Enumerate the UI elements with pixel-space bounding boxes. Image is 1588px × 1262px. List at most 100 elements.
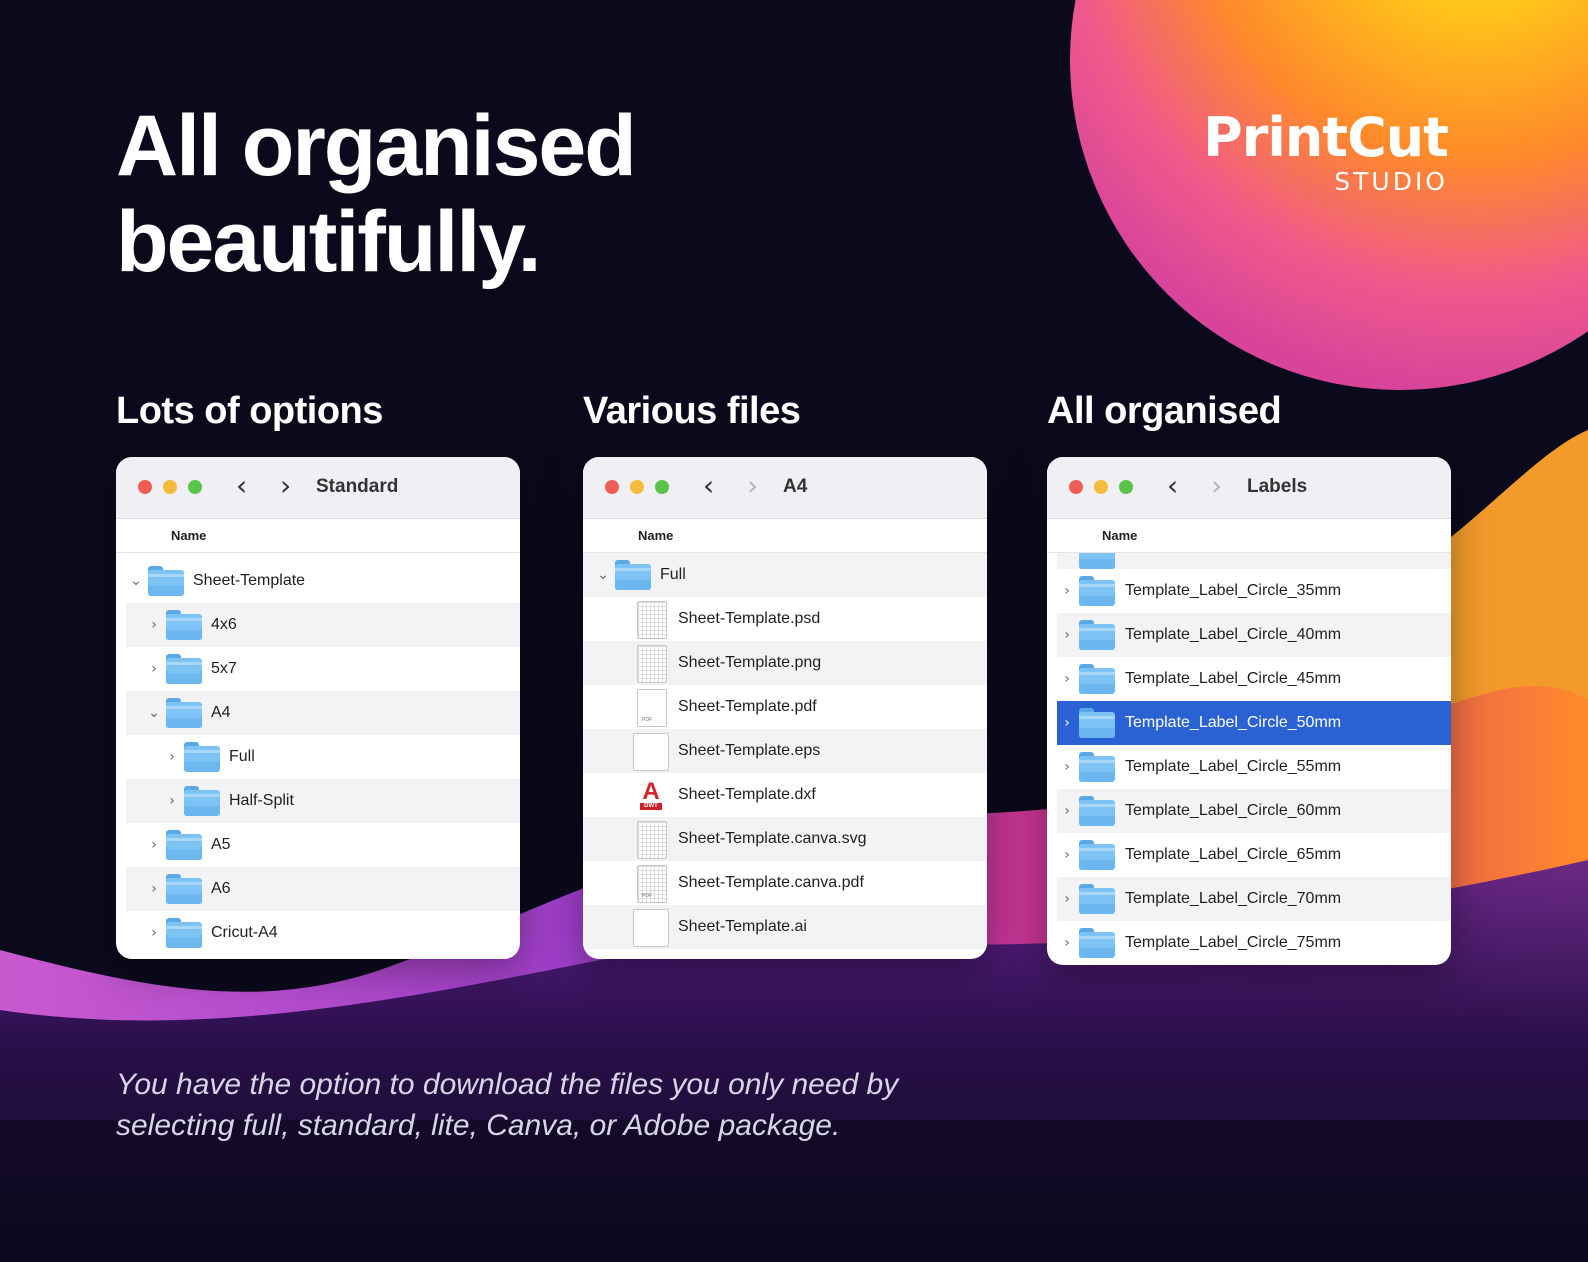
list-item[interactable]: Sheet-Template.psd: [583, 597, 987, 641]
list-item[interactable]: › Template_Label_Circle_75mm: [1057, 921, 1451, 965]
folder-icon: [166, 874, 202, 904]
list-item-partial[interactable]: [1057, 553, 1451, 569]
folder-icon: [166, 918, 202, 948]
list-item[interactable]: ⌄ Full: [583, 553, 987, 597]
name-column-header[interactable]: Name: [1047, 519, 1451, 553]
zoom-button[interactable]: [1119, 480, 1133, 494]
back-button[interactable]: ‹: [703, 471, 714, 501]
list-item[interactable]: ⌄ A4: [126, 691, 520, 735]
item-label: Sheet-Template.eps: [678, 742, 821, 759]
list-item[interactable]: ⌄ Sheet-Template: [116, 559, 520, 603]
back-button[interactable]: ‹: [236, 471, 247, 501]
folder-icon: [1079, 620, 1115, 650]
minimize-button[interactable]: [163, 480, 177, 494]
png-file-icon: [637, 645, 667, 683]
chevron-right-icon[interactable]: ›: [148, 881, 160, 897]
pdf-file-icon: PDF: [637, 865, 667, 903]
list-item[interactable]: › Template_Label_Circle_60mm: [1057, 789, 1451, 833]
chevron-right-icon[interactable]: ›: [1061, 627, 1073, 643]
brand-name: PrintCut: [1203, 106, 1449, 169]
item-label: Cricut-A4: [211, 924, 278, 941]
finder-window-standard: ‹ › Standard Name ⌄ Sheet-Template › 4x6…: [116, 457, 520, 959]
chevron-right-icon[interactable]: ›: [1061, 935, 1073, 951]
chevron-right-icon[interactable]: ›: [1061, 715, 1073, 731]
headline-line-1: All organised: [116, 98, 637, 194]
list-item[interactable]: › Template_Label_Circle_65mm: [1057, 833, 1451, 877]
chevron-down-icon[interactable]: ⌄: [597, 567, 609, 583]
list-item[interactable]: › A6: [126, 867, 520, 911]
minimize-button[interactable]: [1094, 480, 1108, 494]
back-button[interactable]: ‹: [1167, 471, 1178, 501]
folder-icon: [1079, 752, 1115, 782]
list-item[interactable]: Sheet-Template.png: [583, 641, 987, 685]
list-item[interactable]: › Template_Label_Circle_55mm: [1057, 745, 1451, 789]
folder-icon: [1079, 553, 1115, 569]
chevron-right-icon[interactable]: ›: [1061, 583, 1073, 599]
list-item[interactable]: PDF Sheet-Template.canva.pdf: [583, 861, 987, 905]
folder-icon: [184, 786, 220, 816]
chevron-right-icon[interactable]: ›: [166, 749, 178, 765]
ai-file-icon: [633, 909, 669, 947]
file-list: ⌄ Full Sheet-Template.psd Sheet-Template…: [583, 553, 987, 949]
list-item[interactable]: Sheet-Template.canva.svg: [583, 817, 987, 861]
chevron-right-icon[interactable]: ›: [1061, 847, 1073, 863]
list-item[interactable]: › A5: [126, 823, 520, 867]
chevron-right-icon[interactable]: ›: [148, 925, 160, 941]
item-label: Sheet-Template.pdf: [678, 698, 817, 715]
list-item[interactable]: › 5x7: [126, 647, 520, 691]
folder-icon: [1079, 840, 1115, 870]
list-item[interactable]: › Template_Label_Circle_45mm: [1057, 657, 1451, 701]
footer-note: You have the option to download the file…: [116, 1064, 916, 1146]
zoom-button[interactable]: [655, 480, 669, 494]
file-list: ⌄ Sheet-Template › 4x6 › 5x7 ⌄ A4 › Full…: [116, 553, 520, 955]
chevron-down-icon[interactable]: ⌄: [148, 705, 160, 721]
close-button[interactable]: [605, 480, 619, 494]
item-label: Full: [660, 566, 686, 583]
headline: All organised beautifully.: [116, 98, 637, 290]
list-item[interactable]: Sheet-Template.eps: [583, 729, 987, 773]
chevron-right-icon[interactable]: ›: [148, 661, 160, 677]
svg-file-icon: [637, 821, 667, 859]
list-item-selected[interactable]: › Template_Label_Circle_50mm: [1057, 701, 1451, 745]
forward-button[interactable]: ›: [280, 471, 291, 501]
folder-icon: [148, 566, 184, 596]
minimize-button[interactable]: [630, 480, 644, 494]
list-item[interactable]: › Half-Split: [126, 779, 520, 823]
pdf-file-icon: PDF: [637, 689, 667, 727]
chevron-right-icon[interactable]: ›: [166, 793, 178, 809]
chevron-right-icon[interactable]: ›: [148, 837, 160, 853]
close-button[interactable]: [1069, 480, 1083, 494]
list-item[interactable]: A DWT Sheet-Template.dxf: [583, 773, 987, 817]
item-label: Sheet-Template.ai: [678, 918, 807, 935]
name-column-header[interactable]: Name: [116, 519, 520, 553]
close-button[interactable]: [138, 480, 152, 494]
name-column-header[interactable]: Name: [583, 519, 987, 553]
chevron-right-icon[interactable]: ›: [1061, 759, 1073, 775]
list-item[interactable]: › Full: [126, 735, 520, 779]
chevron-right-icon[interactable]: ›: [1061, 803, 1073, 819]
chevron-down-icon[interactable]: ⌄: [130, 573, 142, 589]
list-item[interactable]: Sheet-Template.ai: [583, 905, 987, 949]
zoom-button[interactable]: [188, 480, 202, 494]
list-item[interactable]: PDF Sheet-Template.pdf: [583, 685, 987, 729]
item-label: Template_Label_Circle_45mm: [1125, 670, 1342, 687]
folder-icon: [1079, 884, 1115, 914]
column-label: Name: [171, 528, 207, 543]
list-item[interactable]: › Template_Label_Circle_35mm: [1057, 569, 1451, 613]
list-item[interactable]: › Cricut-A4: [126, 911, 520, 955]
headline-line-2: beautifully.: [116, 194, 542, 290]
list-item[interactable]: › 4x6: [126, 603, 520, 647]
item-label: Template_Label_Circle_70mm: [1125, 890, 1342, 907]
forward-button[interactable]: ›: [747, 471, 758, 501]
chevron-right-icon[interactable]: ›: [1061, 671, 1073, 687]
item-label: Template_Label_Circle_65mm: [1125, 846, 1342, 863]
item-label: Sheet-Template.canva.svg: [678, 830, 867, 847]
list-item[interactable]: › Template_Label_Circle_40mm: [1057, 613, 1451, 657]
chevron-right-icon[interactable]: ›: [1061, 891, 1073, 907]
chevron-right-icon[interactable]: ›: [148, 617, 160, 633]
forward-button[interactable]: ›: [1211, 471, 1222, 501]
window-titlebar: ‹ › Labels: [1047, 457, 1451, 519]
list-item[interactable]: › Template_Label_Circle_70mm: [1057, 877, 1451, 921]
item-label: A4: [211, 704, 231, 721]
item-label: Template_Label_Circle_60mm: [1125, 802, 1342, 819]
